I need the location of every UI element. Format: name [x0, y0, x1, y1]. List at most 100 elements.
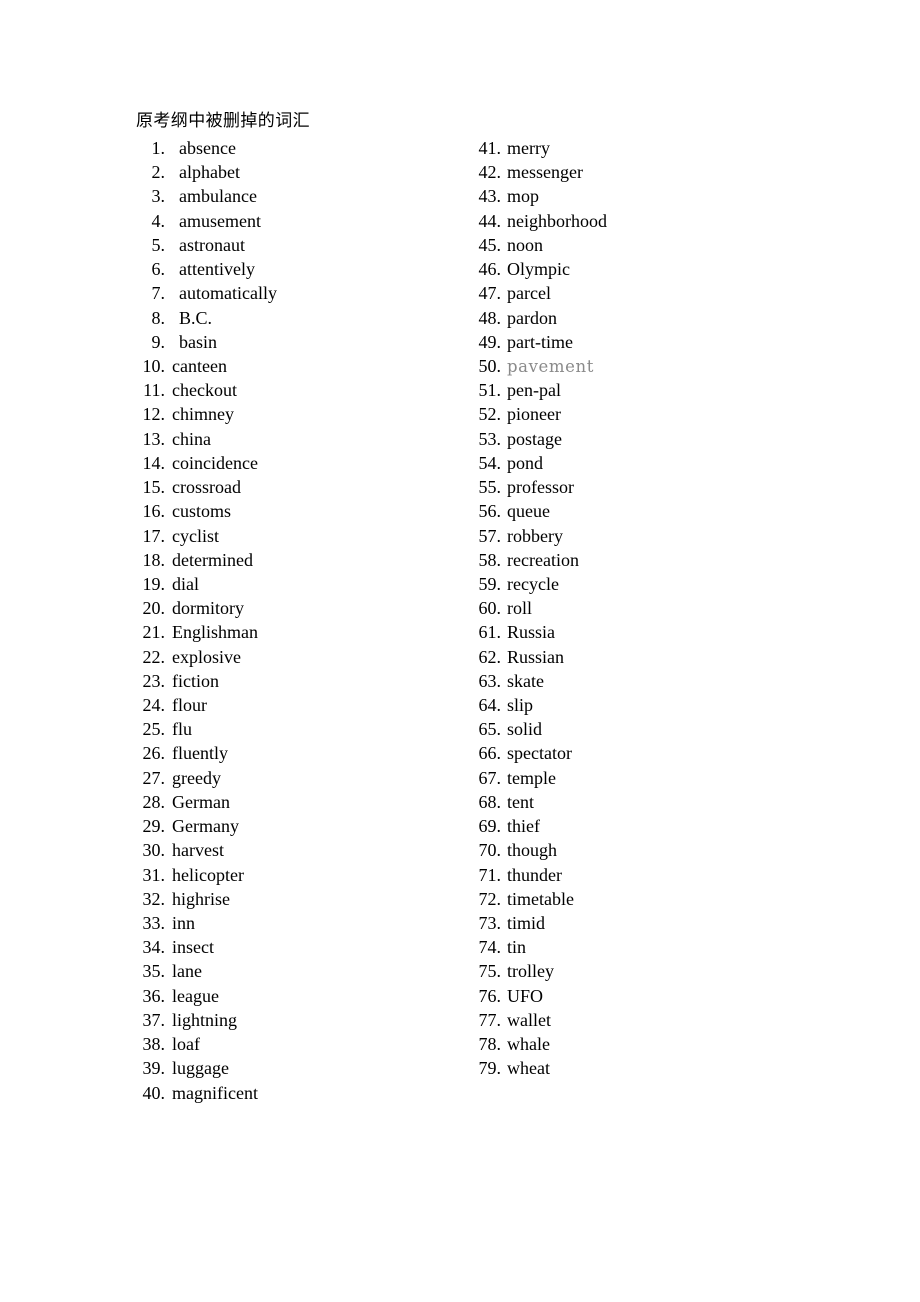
- vocabulary-list-item: 11. checkout: [136, 378, 466, 402]
- vocabulary-item-number: 13.: [142, 428, 166, 449]
- vocabulary-list-item: 60. roll: [472, 596, 802, 620]
- vocabulary-item-number: 30.: [142, 840, 166, 861]
- vocabulary-list-item: 15. crossroad: [136, 475, 466, 499]
- vocabulary-item-word: fiction: [172, 670, 219, 691]
- vocabulary-item-number: 32.: [142, 888, 166, 909]
- vocabulary-list-item: 58. recreation: [472, 548, 802, 572]
- vocabulary-list-item: 73. timid: [472, 911, 802, 935]
- vocabulary-item-number: 27.: [142, 767, 166, 788]
- vocabulary-item-number: 51.: [478, 380, 502, 401]
- vocabulary-list-item: 70. though: [472, 838, 802, 862]
- vocabulary-list-item: 33. inn: [136, 911, 466, 935]
- vocabulary-item-number: 8.: [151, 307, 166, 328]
- vocabulary-item-word: coincidence: [172, 452, 258, 473]
- vocabulary-list-item: 48. pardon: [472, 306, 802, 330]
- vocabulary-item-number: 19.: [142, 573, 166, 594]
- vocabulary-list-item: 52. pioneer: [472, 402, 802, 426]
- vocabulary-item-word: loaf: [172, 1034, 200, 1055]
- vocabulary-list-item: 1. absence: [136, 136, 466, 160]
- vocabulary-item-word: chimney: [172, 404, 234, 425]
- vocabulary-item-word: flu: [172, 719, 192, 740]
- vocabulary-item-word: professor: [507, 477, 574, 498]
- vocabulary-item-word: customs: [172, 501, 232, 522]
- vocabulary-item-number: 38.: [142, 1034, 166, 1055]
- vocabulary-item-number: 74.: [478, 937, 502, 958]
- vocabulary-list-item: 53. postage: [472, 427, 802, 451]
- vocabulary-list-item: 74. tin: [472, 935, 802, 959]
- vocabulary-item-number: 29.: [142, 816, 166, 837]
- vocabulary-list-item: 67. temple: [472, 766, 802, 790]
- vocabulary-item-number: 60.: [478, 598, 502, 619]
- vocabulary-item-number: 16.: [142, 501, 166, 522]
- vocabulary-list-item: 37. lightning: [136, 1008, 466, 1032]
- vocabulary-item-word: messenger: [507, 162, 583, 183]
- vocabulary-item-number: 2.: [151, 162, 166, 183]
- vocabulary-item-word: thunder: [507, 864, 562, 885]
- vocabulary-item-word: Englishman: [172, 622, 258, 643]
- vocabulary-item-word: flour: [172, 695, 207, 716]
- vocabulary-list-item: 10. canteen: [136, 354, 466, 378]
- vocabulary-item-word: timetable: [507, 888, 574, 909]
- vocabulary-list-item: 77. wallet: [472, 1008, 802, 1032]
- vocabulary-item-word: lane: [172, 961, 202, 982]
- vocabulary-item-number: 58.: [478, 549, 502, 570]
- vocabulary-item-number: 9.: [151, 331, 166, 352]
- vocabulary-list-item: 19. dial: [136, 572, 466, 596]
- vocabulary-item-word: fluently: [172, 743, 228, 764]
- vocabulary-item-word: pardon: [507, 307, 557, 328]
- vocabulary-list-item: 44. neighborhood: [472, 209, 802, 233]
- vocabulary-item-word: merry: [507, 138, 550, 158]
- vocabulary-item-number: 64.: [478, 695, 502, 716]
- vocabulary-list-item: 27. greedy: [136, 766, 466, 790]
- vocabulary-item-number: 34.: [142, 937, 166, 958]
- vocabulary-column-right: 41. merry 42. messenger 43. mop 44. neighborhoo…: [472, 136, 802, 1081]
- vocabulary-item-word: highrise: [172, 888, 230, 909]
- vocabulary-item-number: 21.: [142, 622, 166, 643]
- vocabulary-item-word: Russian: [507, 646, 565, 667]
- vocabulary-item-word: dial: [172, 573, 199, 594]
- vocabulary-item-number: 44.: [478, 210, 502, 231]
- vocabulary-item-number: 23.: [142, 670, 166, 691]
- vocabulary-list-item: 39. luggage: [136, 1056, 466, 1080]
- vocabulary-list-item: 62. Russian: [472, 645, 802, 669]
- vocabulary-item-number: 22.: [142, 646, 166, 667]
- vocabulary-list-item: 8. B.C.: [136, 306, 466, 330]
- vocabulary-item-number: 48.: [478, 307, 502, 328]
- vocabulary-list-item: 5. astronaut: [136, 233, 466, 257]
- vocabulary-item-word: china: [172, 428, 211, 449]
- page-title: 原考纲中被删掉的词汇: [136, 111, 310, 131]
- vocabulary-item-number: 17.: [142, 525, 166, 546]
- vocabulary-item-word: wheat: [507, 1058, 550, 1079]
- vocabulary-list-item: 56. queue: [472, 499, 802, 523]
- vocabulary-item-number: 76.: [478, 985, 502, 1006]
- vocabulary-item-word: queue: [507, 501, 550, 522]
- vocabulary-item-word: cyclist: [172, 525, 219, 546]
- vocabulary-item-word: greedy: [172, 767, 221, 788]
- vocabulary-item-word: whale: [507, 1034, 550, 1055]
- vocabulary-item-number: 26.: [142, 743, 166, 764]
- vocabulary-list-item: 18. determined: [136, 548, 466, 572]
- vocabulary-list-item: 13. china: [136, 427, 466, 451]
- vocabulary-list-item: 43. mop: [472, 184, 802, 208]
- vocabulary-list-item: 31. helicopter: [136, 863, 466, 887]
- vocabulary-item-number: 12.: [142, 404, 166, 425]
- vocabulary-item-word: crossroad: [172, 477, 241, 498]
- vocabulary-item-number: 5.: [151, 234, 166, 255]
- vocabulary-item-word: league: [172, 985, 219, 1006]
- vocabulary-list-item: 63. skate: [472, 669, 802, 693]
- vocabulary-list-item: 2. alphabet: [136, 160, 466, 184]
- vocabulary-item-number: 11.: [143, 380, 165, 401]
- vocabulary-item-word: noon: [507, 234, 543, 255]
- vocabulary-item-word: harvest: [172, 840, 224, 861]
- vocabulary-list-item: 78. whale: [472, 1032, 802, 1056]
- vocabulary-item-word: basin: [179, 331, 217, 352]
- vocabulary-item-number: 50.: [478, 355, 502, 376]
- vocabulary-item-word: recycle: [507, 573, 559, 594]
- vocabulary-list-item: 22. explosive: [136, 645, 466, 669]
- vocabulary-item-number: 55.: [478, 477, 502, 498]
- vocabulary-list-item: 35. lane: [136, 959, 466, 983]
- vocabulary-item-word: timid: [507, 913, 546, 933]
- vocabulary-item-word: tin: [507, 937, 527, 958]
- vocabulary-list-item: 71. thunder: [472, 863, 802, 887]
- vocabulary-list-item: 23. fiction: [136, 669, 466, 693]
